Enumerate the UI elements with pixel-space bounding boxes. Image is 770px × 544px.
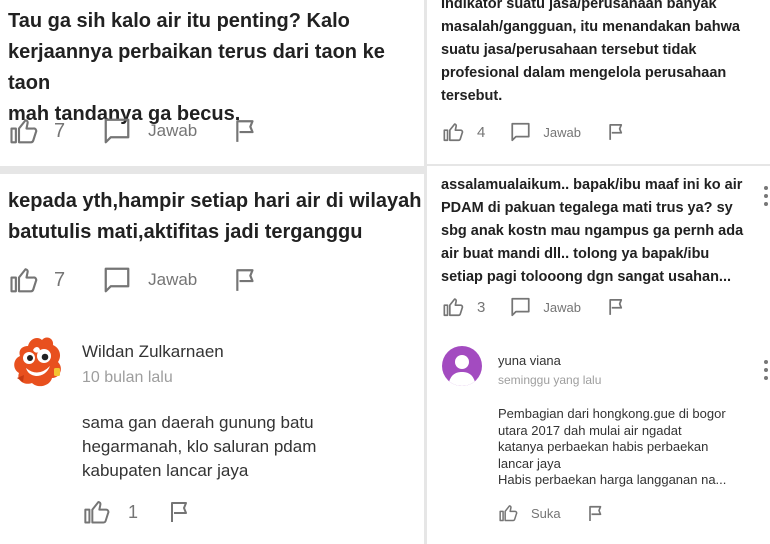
reply-text-line: Habis perbaekan harga langganan na... [498,472,727,487]
like-label: Suka [531,505,561,521]
reply-text: Pembagian dari hongkong.gue di bogor uta… [498,406,726,489]
comment-text-line: setiap pagi tolooong dgn sangat usahan..… [441,269,732,285]
comment-text-line: assalamualaikum.. bapak/ibu maaf ini ko … [441,177,743,193]
like-count: 3 [477,298,486,316]
report-button[interactable] [233,266,259,294]
thumbs-up-icon [498,503,519,523]
reply-button[interactable]: Jawab [102,265,197,295]
left-screenshot-panel: Tau ga sih kalo air itu penting? Kalo ke… [0,0,424,544]
comment-timestamp: seminggu yang lalu [498,373,602,387]
right-screenshot-panel: Indikator suatu jasa/perusahaan banyak m… [424,0,770,544]
comment-text: assalamualaikum.. bapak/ibu maaf ini ko … [441,174,743,289]
reply-text-line: hegarmanah, klo saluran pdam [82,437,317,456]
reply-text-line: Pembagian dari hongkong.gue di bogor [498,406,726,421]
thumbs-up-icon [8,265,40,295]
reply-label: Jawab [543,299,581,315]
flag-icon [607,122,626,142]
like-count: 4 [477,123,486,141]
report-button[interactable] [587,504,605,523]
reply-label: Jawab [148,121,198,140]
comment-text-line: Tau ga sih kalo air itu penting? Kalo [8,10,350,32]
reply-actions: Suka [498,503,605,523]
comment-text: kepada yth,hampir setiap hari air di wil… [8,186,421,248]
comment-text-line: batutulis mati,aktifitas jadi terganggu [8,221,363,243]
comment-text-line: masalah/gangguan, itu menandakan bahwa [441,19,740,35]
flag-icon [587,504,605,523]
comment-text-line: air buat mandi dll.. tolong ya bapak/ibu [441,246,710,262]
reply-button[interactable]: Jawab [509,296,581,318]
flag-icon [233,266,259,294]
comment-icon [102,265,132,295]
reply-actions: 1 [82,498,192,526]
reply-label: Jawab [543,124,581,140]
comment-icon [509,296,532,318]
comment-text-line: tersebut. [441,88,503,104]
comment-timestamp: 10 bulan lalu [82,369,173,386]
like-button[interactable]: 3 [442,296,485,318]
comment-text-line: kerjaannya perbaikan terus dari taon ke … [8,41,385,94]
author-name[interactable]: Wildan Zulkarnaen [82,342,224,362]
report-button[interactable] [168,499,192,525]
report-button[interactable] [607,297,626,317]
like-button[interactable]: 4 [442,121,485,143]
comment-actions: 7 Jawab [8,116,259,146]
comment-text: Indikator suatu jasa/perusahaan banyak m… [441,0,740,108]
flag-icon [168,499,192,525]
flag-icon [233,117,259,145]
comment-actions: 3 Jawab [442,296,626,318]
reply-text: sama gan daerah gunung batu hegarmanah, … [82,411,316,483]
reply-text-line: utara 2017 dah mulai air ngadat [498,422,682,438]
comment-text-line: suatu jasa/perusahaan tersebut tidak [441,42,697,58]
mascot-avatar-icon [8,337,66,396]
author-name[interactable]: yuna viana [498,353,561,368]
reply-text-line: lancar jaya [498,455,561,471]
comment-icon [102,116,132,146]
thumbs-up-icon [8,116,40,146]
comment-separator [427,164,770,166]
thumbs-up-icon [442,296,465,318]
reply-text-line: kabupaten lancar jaya [82,461,249,480]
reply-button[interactable]: Jawab [102,116,197,146]
default-user-avatar-icon [442,355,482,386]
like-count: 7 [54,268,66,291]
report-button[interactable] [233,117,259,145]
more-vert-icon[interactable] [764,186,768,210]
like-button[interactable]: Suka [498,503,561,523]
comment-actions: 4 Jawab [442,121,626,143]
like-button[interactable]: 1 [82,498,138,526]
more-vert-icon[interactable] [764,360,768,384]
reply-text-line: sama gan daerah gunung batu [82,413,314,432]
avatar[interactable] [8,334,66,392]
comment-icon [509,121,532,143]
thumbs-up-icon [442,121,465,143]
like-count: 1 [128,501,139,522]
avatar[interactable] [442,346,482,386]
comment-text-line: sbg anak kostn mau ngampus ga pernh ada [441,223,744,239]
comment-actions: 7 Jawab [8,265,259,295]
thumbs-up-icon [82,498,112,526]
reply-label: Jawab [148,270,198,289]
report-button[interactable] [607,122,626,142]
like-button[interactable]: 7 [8,116,65,146]
like-count: 7 [54,119,66,142]
reply-button[interactable]: Jawab [509,121,581,143]
comment-text-line: kepada yth,hampir setiap hari air di wil… [8,190,422,212]
comment-text-line: Indikator suatu jasa/perusahaan banyak [441,0,717,12]
comment-text: Tau ga sih kalo air itu penting? Kalo ke… [8,6,424,130]
comment-text-line: profesional dalam mengelola perusahaan [441,65,727,81]
comment-text-line: PDAM di pakuan tegalega mati trus ya? sy [441,200,733,216]
flag-icon [607,297,626,317]
comment-separator [0,166,424,174]
like-button[interactable]: 7 [8,265,65,295]
reply-text-line: katanya perbaekan habis perbaekan [498,439,709,454]
